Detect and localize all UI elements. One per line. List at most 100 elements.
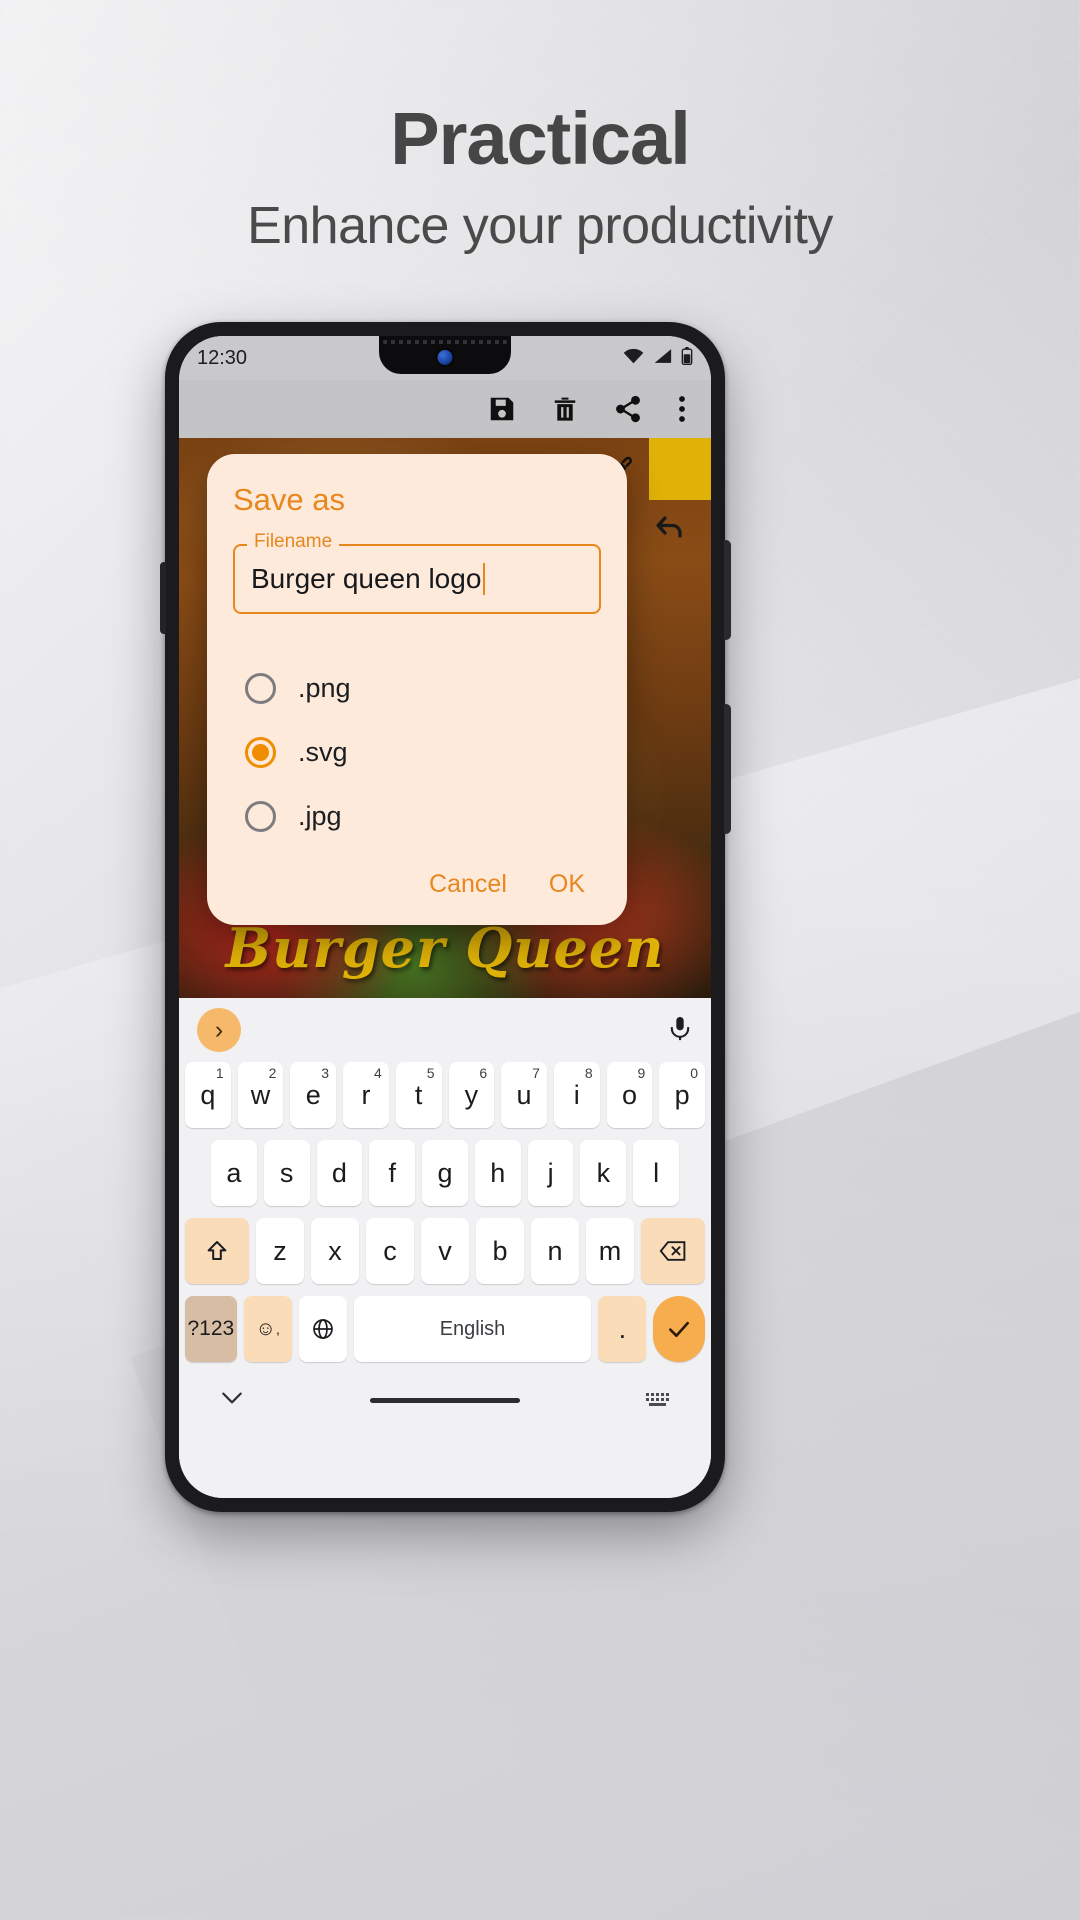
ok-button[interactable]: OK — [549, 870, 585, 899]
backspace-icon[interactable] — [641, 1218, 705, 1284]
key-s[interactable]: s — [263, 1140, 310, 1206]
key-t[interactable]: 5t — [395, 1062, 442, 1128]
key-label: a — [226, 1157, 242, 1188]
filename-value: Burger queen logo — [251, 563, 482, 594]
keyboard-icon[interactable] — [645, 1389, 671, 1412]
radio-png[interactable] — [245, 672, 276, 704]
overflow-menu-icon[interactable] — [677, 394, 687, 424]
key-label: v — [438, 1235, 452, 1266]
key-sup: 1 — [215, 1065, 224, 1081]
shift-arrow-icon[interactable] — [185, 1218, 249, 1284]
share-icon[interactable] — [613, 394, 643, 424]
format-option-jpg[interactable]: .jpg — [245, 784, 601, 848]
keyboard-rows: 1q 2w 3e 4r 5t 6y 7u 8i 9o 0p a s d f g — [179, 1062, 711, 1374]
keyboard-row-2: a s d f g h j k l — [185, 1140, 705, 1206]
wifi-icon — [623, 348, 644, 369]
filename-input[interactable]: Burger queen logo — [233, 544, 601, 614]
key-u[interactable]: 7u — [501, 1062, 547, 1128]
key-label: g — [437, 1157, 453, 1188]
chevron-right-icon[interactable]: › — [197, 1008, 241, 1052]
format-label-jpg: .jpg — [298, 800, 342, 831]
key-label: c — [383, 1235, 397, 1266]
cellular-signal-icon — [653, 348, 672, 369]
key-z[interactable]: z — [256, 1218, 304, 1284]
key-d[interactable]: d — [316, 1140, 363, 1206]
text-caret — [483, 563, 486, 595]
key-a[interactable]: a — [210, 1140, 257, 1206]
key-m[interactable]: m — [586, 1218, 634, 1284]
key-label: . — [618, 1313, 627, 1344]
key-sup: 5 — [426, 1065, 435, 1081]
key-sup: 7 — [532, 1065, 540, 1081]
key-sup: 0 — [690, 1065, 699, 1081]
emoji-icon[interactable]: ☺, — [243, 1296, 292, 1362]
key-f[interactable]: f — [369, 1140, 416, 1206]
format-label-png: .png — [298, 672, 351, 703]
save-icon[interactable] — [487, 394, 517, 424]
key-p[interactable]: 0p — [659, 1062, 706, 1128]
chevron-down-icon[interactable] — [219, 1389, 245, 1412]
key-k[interactable]: k — [580, 1140, 627, 1206]
format-option-png[interactable]: .png — [245, 656, 601, 720]
key-label: n — [547, 1235, 563, 1266]
system-navigation-bar — [179, 1374, 711, 1426]
key-label: d — [331, 1157, 347, 1188]
key-e[interactable]: 3e — [290, 1062, 337, 1128]
key-label: y — [464, 1079, 479, 1110]
key-y[interactable]: 6y — [448, 1062, 495, 1128]
key-c[interactable]: c — [366, 1218, 414, 1284]
key-label: w — [250, 1079, 271, 1110]
undo-icon[interactable] — [653, 512, 689, 553]
key-o[interactable]: 9o — [606, 1062, 653, 1128]
keyboard-row-3: z x c v b n m — [185, 1218, 705, 1284]
home-indicator[interactable] — [370, 1397, 520, 1403]
filename-label: Filename — [247, 531, 340, 553]
status-time: 12:30 — [197, 346, 248, 369]
key-q[interactable]: 1q — [184, 1062, 231, 1128]
format-option-svg[interactable]: .svg — [245, 720, 601, 784]
key-label: p — [674, 1079, 690, 1110]
key-i[interactable]: 8i — [553, 1062, 600, 1128]
app-toolbar — [179, 380, 711, 438]
key-h[interactable]: h — [474, 1140, 521, 1206]
key-label: h — [490, 1157, 506, 1188]
key-sup: 6 — [479, 1065, 488, 1081]
front-camera — [437, 350, 453, 365]
key-label: j — [547, 1157, 554, 1188]
key-sup: 2 — [268, 1065, 277, 1081]
check-icon[interactable] — [653, 1296, 706, 1362]
key-n[interactable]: n — [531, 1218, 579, 1284]
battery-icon — [681, 346, 693, 370]
symbols-key[interactable]: ?123 — [185, 1296, 237, 1362]
key-label: e — [305, 1079, 321, 1110]
radio-svg[interactable] — [245, 736, 276, 768]
period-key[interactable]: . — [598, 1296, 647, 1362]
key-j[interactable]: j — [527, 1140, 574, 1206]
key-label: f — [388, 1157, 396, 1188]
key-v[interactable]: v — [421, 1218, 469, 1284]
microphone-icon[interactable] — [667, 1013, 693, 1048]
key-sup: 9 — [637, 1065, 646, 1081]
key-x[interactable]: x — [311, 1218, 359, 1284]
phone-mockup: Burger Queen 12:30 Save as Filename Burg… — [160, 322, 731, 1512]
key-label: i — [573, 1079, 580, 1110]
key-sup: 3 — [321, 1065, 330, 1081]
filename-field-group: Filename Burger queen logo — [233, 531, 601, 614]
format-label-svg: .svg — [298, 736, 348, 767]
key-g[interactable]: g — [422, 1140, 468, 1206]
radio-jpg[interactable] — [245, 800, 276, 832]
key-w[interactable]: 2w — [237, 1062, 284, 1128]
delete-icon[interactable] — [551, 394, 579, 424]
key-label: k — [596, 1157, 611, 1188]
key-label: q — [200, 1079, 216, 1110]
phone-screen: Burger Queen 12:30 Save as Filename Burg… — [179, 336, 711, 1498]
key-b[interactable]: b — [476, 1218, 524, 1284]
cancel-button[interactable]: Cancel — [429, 870, 507, 899]
globe-language-icon[interactable] — [298, 1296, 347, 1362]
key-label: b — [492, 1235, 508, 1266]
key-label: r — [361, 1079, 371, 1110]
key-r[interactable]: 4r — [343, 1062, 389, 1128]
key-l[interactable]: l — [633, 1140, 680, 1206]
space-key[interactable]: English — [353, 1296, 592, 1362]
current-color-swatch[interactable] — [649, 438, 711, 500]
